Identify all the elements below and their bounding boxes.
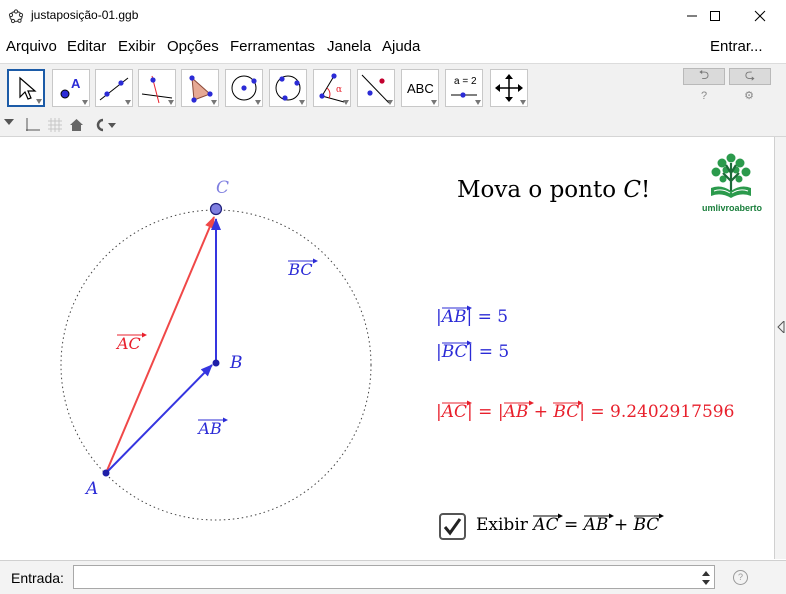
point-b[interactable] <box>212 359 220 367</box>
redo-button[interactable]: ⮎ <box>729 66 771 85</box>
input-field[interactable] <box>73 565 715 589</box>
tree-book-icon <box>711 153 751 198</box>
history-stepper-icon[interactable] <box>702 571 710 585</box>
polygon-tool-button[interactable] <box>181 69 219 107</box>
svg-text:α: α <box>336 85 342 95</box>
menu-ajuda[interactable]: Ajuda <box>382 38 420 55</box>
reflect-tool-button[interactable] <box>357 69 395 107</box>
maximize-icon <box>710 11 720 21</box>
help-icon[interactable]: ? <box>733 570 748 585</box>
show-sum-checkbox[interactable] <box>439 513 466 540</box>
menu-ferramentas[interactable]: Ferramentas <box>230 38 315 55</box>
heading-point: C <box>623 177 641 203</box>
window-title: justaposição-01.ggb <box>31 8 139 22</box>
um-livro-aberto-logo: umlivroaberto <box>702 151 763 217</box>
close-icon <box>754 10 766 22</box>
point-a[interactable] <box>102 469 110 477</box>
slider-tool-button[interactable]: a = 2 <box>445 69 483 107</box>
graphics-view[interactable]: A B C AC AB BC Mova o ponto C! umlivroab… <box>2 137 774 559</box>
instruction-heading: Mova o ponto C! <box>457 177 650 203</box>
heading-suffix: ! <box>640 177 651 203</box>
maximize-button[interactable] <box>692 0 738 32</box>
vector-ab-label: AB <box>198 417 229 438</box>
heading-prefix: Mova o ponto <box>457 177 624 203</box>
circle-three-points-tool-button[interactable] <box>269 69 307 107</box>
norm-bc-equation: | BC| = 5 <box>436 340 510 362</box>
svg-text:A: A <box>71 76 81 91</box>
point-tool-button[interactable]: A <box>52 69 90 107</box>
menu-exibir[interactable]: Exibir <box>118 38 156 55</box>
show-sum-checkbox-label[interactable]: Exibir AC = AB + BC <box>476 513 664 535</box>
text-tool-button[interactable]: ABC <box>401 69 439 107</box>
point-c[interactable] <box>209 202 223 216</box>
point-c-label: C <box>216 178 230 198</box>
text-tool-label: ABC <box>407 81 434 96</box>
close-button[interactable] <box>737 0 783 32</box>
menu-editar[interactable]: Editar <box>67 38 106 55</box>
perpendicular-line-tool-button[interactable] <box>138 69 176 107</box>
menu-arquivo[interactable]: Arquivo <box>6 38 57 55</box>
home-icon[interactable] <box>70 119 83 131</box>
logo-text: umlivroaberto <box>702 203 763 213</box>
menu-opcoes[interactable]: Opções <box>167 38 219 55</box>
axes-toggle-icon[interactable] <box>24 118 40 133</box>
menu-janela[interactable]: Janela <box>327 38 371 55</box>
vector-ab-arrow[interactable] <box>105 364 213 474</box>
style-bar <box>0 114 786 137</box>
line-tool-button[interactable] <box>95 69 133 107</box>
input-bar: Entrada: ? <box>0 560 786 594</box>
gear-icon[interactable]: ⚙ <box>743 90 755 102</box>
input-label: Entrada: <box>11 570 64 586</box>
circle-center-tool-button[interactable] <box>225 69 263 107</box>
angle-tool-button[interactable]: α <box>313 69 351 107</box>
grid-toggle-icon[interactable] <box>48 118 62 132</box>
window-titlebar: justaposição-01.ggb <box>0 0 786 32</box>
point-b-label: B <box>230 353 243 373</box>
vector-ac-label: AC <box>117 332 147 353</box>
chevron-left-icon[interactable] <box>777 321 785 333</box>
norm-ac-sum-equation: | AC| = | AB + BC| = 9.2402917596 <box>436 400 735 422</box>
move-tool-button[interactable] <box>7 69 45 107</box>
toolbar: A α ABC a = 2 ⮌ ⮎ ? ⚙ <box>0 63 786 114</box>
point-capturing-icon[interactable] <box>92 118 116 132</box>
undo-icon: ⮌ <box>698 66 710 82</box>
norm-ab-equation: | AB| = 5 <box>436 305 509 327</box>
side-panel-toggle-strip[interactable] <box>774 137 786 559</box>
vector-bc-label: BC <box>288 258 319 279</box>
menu-bar: Arquivo Editar Exibir Opções Ferramentas… <box>0 34 786 60</box>
help-circle-icon[interactable]: ? <box>698 90 710 102</box>
stylebar-toggle-icon[interactable] <box>4 118 14 126</box>
geogebra-app-icon <box>8 9 24 24</box>
move-graphics-view-tool-button[interactable] <box>490 69 528 107</box>
point-a-label: A <box>86 479 99 499</box>
redo-icon: ⮎ <box>744 66 756 82</box>
checkmark-icon <box>443 518 462 536</box>
sign-in-link[interactable]: Entrar... <box>710 38 763 55</box>
undo-button[interactable]: ⮌ <box>683 66 725 85</box>
